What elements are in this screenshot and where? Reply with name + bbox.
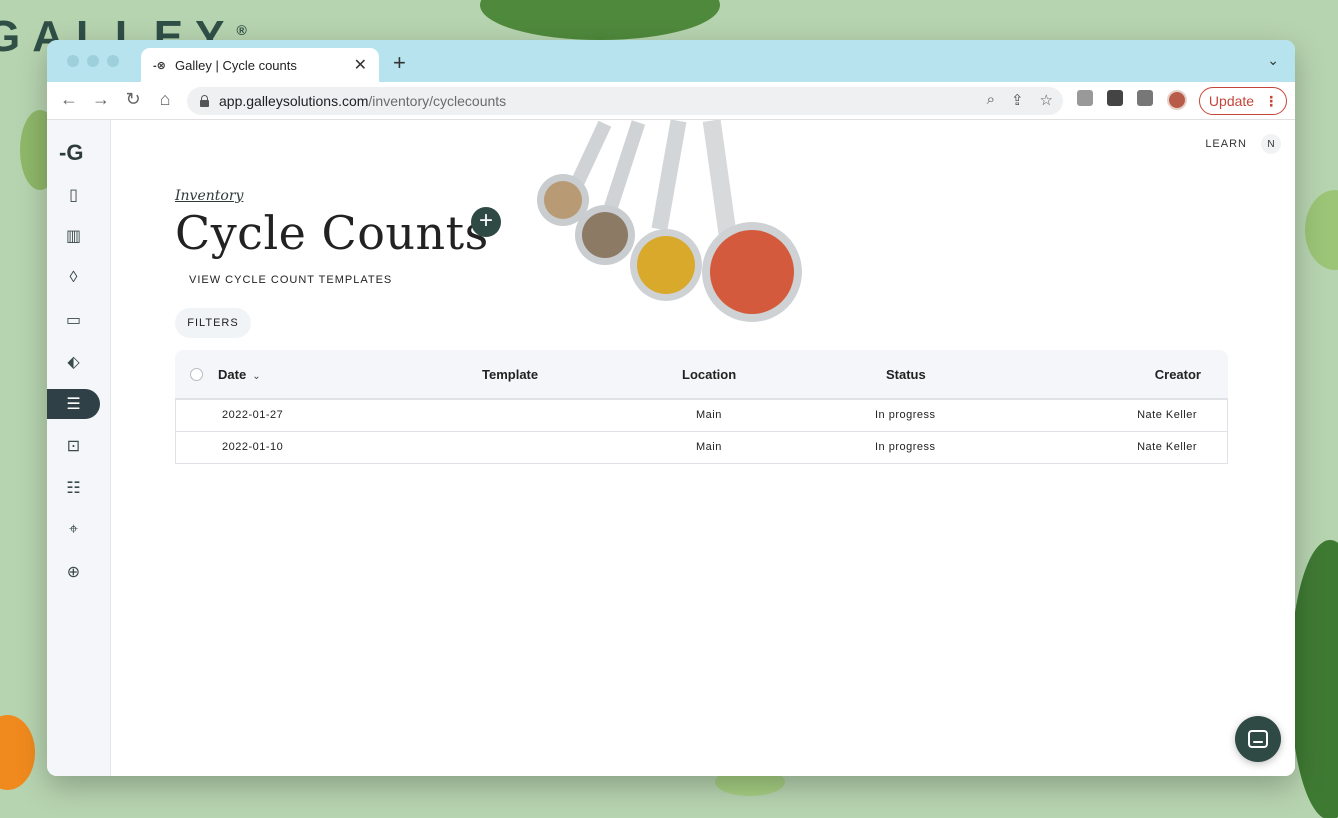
reload-icon[interactable]: ↻ <box>121 89 145 110</box>
puzzle-icon[interactable] <box>1137 90 1153 106</box>
view-templates-link[interactable]: VIEW CYCLE COUNT TEMPLATES <box>189 274 392 286</box>
location-icon[interactable]: ⌖ <box>47 515 100 545</box>
cell-status: In progress <box>875 441 936 453</box>
inventory-icon[interactable]: ☰ <box>47 389 100 419</box>
url-path: /inventory/cyclecounts <box>368 93 507 109</box>
extensions-area <box>1077 90 1187 110</box>
table-row[interactable]: 2022-01-10 Main In progress Nate Keller <box>175 432 1228 464</box>
window-controls[interactable] <box>67 55 119 67</box>
select-all-checkbox[interactable] <box>190 368 203 381</box>
header-actions: LEARN N <box>1205 134 1281 154</box>
onion-icon[interactable]: ◊ <box>47 263 100 293</box>
update-button[interactable]: Update ⋮ <box>1199 87 1287 115</box>
maximize-window-button[interactable] <box>107 55 119 67</box>
filters-button[interactable]: FILTERS <box>175 308 251 338</box>
cell-date: 2022-01-27 <box>222 409 284 421</box>
cell-location: Main <box>696 409 722 421</box>
extension-icon[interactable] <box>1077 90 1093 106</box>
user-avatar[interactable]: N <box>1261 134 1281 154</box>
chevron-down-icon[interactable]: ⌄ <box>1267 52 1279 69</box>
book-icon[interactable]: ▥ <box>47 221 100 251</box>
table-row[interactable]: 2022-01-27 Main In progress Nate Keller <box>175 400 1228 432</box>
cart-icon[interactable]: ⊡ <box>47 431 100 461</box>
extension-icon[interactable] <box>1107 90 1123 106</box>
galley-logo[interactable]: -G <box>59 140 83 166</box>
carrot-slice <box>0 715 35 790</box>
new-tab-button[interactable]: + <box>393 50 406 76</box>
star-icon[interactable]: ☆ <box>1040 91 1053 109</box>
back-arrow-icon[interactable]: ← <box>57 89 81 110</box>
cell-date: 2022-01-10 <box>222 441 284 453</box>
more-vert-icon: ⋮ <box>1264 92 1278 109</box>
lock-icon <box>199 95 209 107</box>
table-header: Date ⌄ Template Location Status Creator <box>175 350 1228 400</box>
cell-creator: Nate Keller <box>1137 409 1197 421</box>
chat-launcher-button[interactable] <box>1235 716 1281 762</box>
chat-icon <box>1248 730 1268 748</box>
update-label: Update <box>1208 93 1255 109</box>
learn-link[interactable]: LEARN <box>1205 138 1247 150</box>
forward-arrow-icon[interactable]: → <box>89 89 113 110</box>
column-header-template: Template <box>482 367 539 382</box>
tab-title: Galley | Cycle counts <box>175 57 297 73</box>
containers-icon[interactable]: ▭ <box>47 305 100 335</box>
page-title: Cycle Counts <box>175 206 489 260</box>
share-icon[interactable]: ⇪ <box>1011 91 1024 109</box>
main-content: LEARN N Inventory Cycle Counts + VIEW CY… <box>111 120 1295 776</box>
tab-bar: -⊗ Galley | Cycle counts ✕ + ⌄ <box>47 40 1295 82</box>
app-body: -G ▯ ▥ ◊ ▭ ⬖ ☰ ⊡ ☷ ⌖ ⊕ LEARN N Inventory… <box>47 120 1295 776</box>
cucumber-right <box>1305 190 1338 270</box>
minimize-window-button[interactable] <box>87 55 99 67</box>
clipboard-icon[interactable]: ▯ <box>47 180 100 210</box>
kale-leaf-top <box>480 0 720 40</box>
zoom-icon[interactable]: ⌕ <box>987 91 995 109</box>
kale-leaf-right <box>1290 540 1338 818</box>
column-header-date[interactable]: Date ⌄ <box>218 367 261 382</box>
browser-toolbar: ← → ↻ ⌂ app.galleysolutions.com/inventor… <box>47 82 1295 120</box>
chevron-down-icon: ⌄ <box>252 371 261 382</box>
cycle-counts-table: Date ⌄ Template Location Status Creator 2… <box>175 350 1228 464</box>
galley-favicon-icon: -⊗ <box>153 59 166 72</box>
cell-location: Main <box>696 441 722 453</box>
cell-status: In progress <box>875 409 936 421</box>
profile-avatar[interactable] <box>1167 90 1187 110</box>
column-header-location: Location <box>682 367 737 382</box>
add-cycle-count-button[interactable]: + <box>471 207 501 237</box>
tag-icon[interactable]: ⬖ <box>47 347 100 377</box>
sidebar: -G ▯ ▥ ◊ ▭ ⬖ ☰ ⊡ ☷ ⌖ ⊕ <box>47 120 111 776</box>
url-host: app.galleysolutions.com <box>219 93 369 109</box>
measuring-spoons-illustration <box>537 120 802 322</box>
address-bar[interactable]: app.galleysolutions.com/inventory/cyclec… <box>187 87 1063 115</box>
close-window-button[interactable] <box>67 55 79 67</box>
dining-icon[interactable]: ⊕ <box>47 557 100 587</box>
close-icon[interactable]: ✕ <box>354 55 367 75</box>
breadcrumb[interactable]: Inventory <box>175 188 243 204</box>
column-header-status: Status <box>886 367 926 382</box>
cell-creator: Nate Keller <box>1137 441 1197 453</box>
browser-tab[interactable]: -⊗ Galley | Cycle counts ✕ <box>141 48 379 82</box>
home-icon[interactable]: ⌂ <box>153 89 177 110</box>
browser-window: -⊗ Galley | Cycle counts ✕ + ⌄ ← → ↻ ⌂ a… <box>47 40 1295 776</box>
column-header-creator: Creator <box>1154 367 1201 382</box>
document-icon[interactable]: ☷ <box>47 473 100 503</box>
